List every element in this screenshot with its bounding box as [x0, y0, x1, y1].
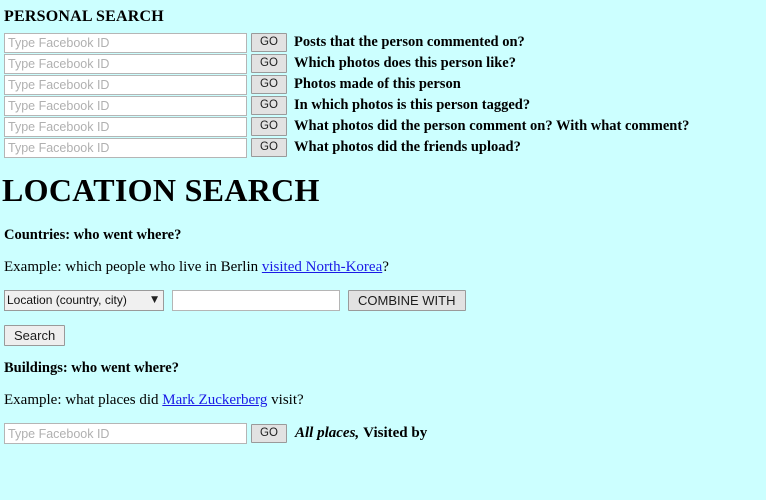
personal-search-row: GO What photos did the person comment on…: [4, 116, 766, 137]
go-button-buildings[interactable]: GO: [251, 424, 287, 443]
facebook-id-input-2[interactable]: [4, 53, 247, 74]
countries-example-prefix: Example: which people who live in Berlin: [4, 259, 262, 275]
personal-search-row: GO Photos made of this person: [4, 74, 766, 95]
question-label-1: Posts that the person commented on?: [294, 34, 525, 50]
go-button-6[interactable]: GO: [251, 138, 287, 157]
countries-heading: Countries: who went where?: [4, 227, 182, 243]
mark-zuckerberg-link[interactable]: Mark Zuckerberg: [162, 392, 267, 408]
location-combine-row: Location (country, city) ▼ COMBINE WITH: [0, 276, 766, 311]
buildings-example-suffix: visit?: [267, 391, 304, 408]
go-button-5[interactable]: GO: [251, 117, 287, 136]
go-button-3[interactable]: GO: [251, 75, 287, 94]
personal-search-rows: GO Posts that the person commented on? G…: [0, 32, 766, 158]
facebook-id-input-6[interactable]: [4, 137, 247, 158]
go-button-4[interactable]: GO: [251, 96, 287, 115]
all-places-label: All places,: [295, 425, 360, 441]
buildings-heading: Buildings: who went where?: [4, 359, 179, 376]
personal-search-row: GO Which photos does this person like?: [4, 53, 766, 74]
location-search-row: Search: [0, 311, 766, 346]
combine-with-button[interactable]: COMBINE WITH: [348, 289, 466, 311]
location-search-title: LOCATION SEARCH: [2, 172, 320, 208]
buildings-example-prefix: Example: what places did: [4, 391, 163, 408]
buildings-search-row: GO All places, Visited by: [0, 408, 766, 444]
location-select-wrap: Location (country, city) ▼: [4, 289, 164, 311]
visited-by-label: Visited by: [363, 425, 428, 441]
personal-search-row: GO What photos did the friends upload?: [4, 137, 766, 158]
personal-search-row: GO Posts that the person commented on?: [4, 32, 766, 53]
search-button[interactable]: Search: [4, 324, 66, 346]
question-label-2: Which photos does this person like?: [294, 55, 516, 71]
countries-example: Example: which people who live in Berlin…: [0, 244, 766, 276]
facebook-id-input-1[interactable]: [4, 32, 247, 53]
personal-search-title: PERSONAL SEARCH: [4, 8, 164, 25]
buildings-example: Example: what places did Mark Zuckerberg…: [0, 377, 766, 409]
question-label-6: What photos did the friends upload?: [294, 139, 521, 155]
question-label-5: What photos did the person comment on? W…: [294, 118, 690, 134]
countries-example-suffix: ?: [382, 259, 389, 275]
question-label-3: Photos made of this person: [294, 76, 461, 92]
facebook-id-input-4[interactable]: [4, 95, 247, 116]
location-type-select[interactable]: Location (country, city): [4, 289, 164, 311]
question-label-4: In which photos is this person tagged?: [294, 97, 531, 113]
go-button-1[interactable]: GO: [251, 33, 287, 52]
visited-north-korea-link[interactable]: visited North-Korea: [262, 259, 382, 275]
page-root: PERSONAL SEARCH GO Posts that the person…: [0, 0, 766, 500]
facebook-id-input-3[interactable]: [4, 74, 247, 95]
personal-search-row: GO In which photos is this person tagged…: [4, 95, 766, 116]
go-button-2[interactable]: GO: [251, 54, 287, 73]
location-value-input[interactable]: [172, 289, 340, 311]
facebook-id-input-5[interactable]: [4, 116, 247, 137]
facebook-id-input-buildings[interactable]: [4, 423, 247, 444]
